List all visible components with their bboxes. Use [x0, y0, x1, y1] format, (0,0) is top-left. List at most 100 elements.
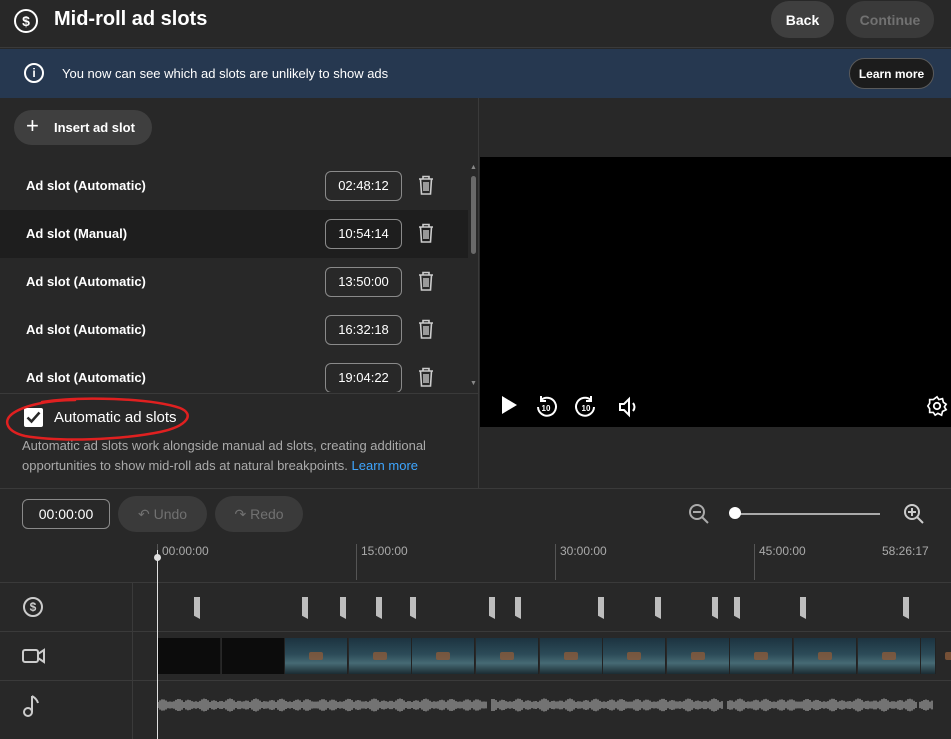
- ad-slot-time-field[interactable]: 16:32:18: [325, 315, 402, 345]
- timeline[interactable]: 00:00:00 15:00:00 30:00:00 45:00:00 58:26:17…: [0, 540, 951, 739]
- ad-slot-time-field[interactable]: 10:54:14: [325, 219, 402, 249]
- monetization-icon: $: [14, 9, 38, 33]
- ruler-time-label: 45:00:00: [759, 544, 806, 558]
- ruler-time-label: 00:00:00: [162, 544, 209, 558]
- video-thumbnail: [348, 638, 412, 674]
- video-track-icon-column: [0, 632, 133, 681]
- video-thumbnail: [412, 638, 476, 674]
- video-track: [0, 631, 951, 681]
- forward-10-icon[interactable]: 10: [574, 395, 598, 419]
- video-thumbnail: [730, 638, 794, 674]
- ad-slot-label: Ad slot (Automatic): [26, 274, 146, 289]
- back-button[interactable]: Back: [771, 1, 834, 38]
- delete-trash-icon[interactable]: [418, 319, 434, 339]
- ad-slot-row[interactable]: Ad slot (Manual) 10:54:14: [0, 210, 468, 258]
- ruler-tick: [356, 544, 357, 580]
- zoom-slider-track[interactable]: [734, 513, 880, 515]
- delete-trash-icon[interactable]: [418, 175, 434, 195]
- playhead-handle[interactable]: [154, 554, 161, 561]
- automatic-ad-slots-section: Automatic ad slots Automatic ad slots wo…: [0, 393, 479, 488]
- delete-trash-icon[interactable]: [418, 367, 434, 387]
- zoom-in-icon[interactable]: [903, 503, 925, 525]
- ad-slot-time-field[interactable]: 13:50:00: [325, 267, 402, 297]
- scroll-down-arrow[interactable]: ▼: [470, 380, 477, 387]
- ad-slot-panel: + Insert ad slot Ad slot (Automatic) 02:4…: [0, 98, 479, 488]
- delete-trash-icon[interactable]: [418, 271, 434, 291]
- insert-ad-slot-label: Insert ad slot: [54, 120, 135, 135]
- scroll-up-arrow[interactable]: ▲: [470, 164, 477, 171]
- playhead[interactable]: [157, 550, 158, 739]
- video-thumbnail: [794, 638, 857, 674]
- ad-slot-marker[interactable]: [800, 597, 806, 619]
- ruler-time-label: 30:00:00: [560, 544, 607, 558]
- ruler-time-label: 15:00:00: [361, 544, 408, 558]
- ruler-time-label: 58:26:17: [882, 544, 929, 558]
- scrollbar[interactable]: ▲ ▼: [468, 162, 479, 392]
- zoom-out-icon[interactable]: [688, 503, 710, 525]
- video-thumbnail: [158, 638, 221, 674]
- ad-slot-row[interactable]: Ad slot (Automatic) 19:04:22: [0, 354, 468, 392]
- undo-button[interactable]: ↶ Undo: [118, 496, 207, 532]
- ad-slot-marker[interactable]: [302, 597, 308, 619]
- video-thumbnail: [539, 638, 603, 674]
- ad-slot-marker[interactable]: [598, 597, 604, 619]
- ad-slot-label: Ad slot (Automatic): [26, 178, 146, 193]
- insert-ad-slot-button[interactable]: + Insert ad slot: [14, 110, 152, 145]
- red-annotation-circle: [5, 397, 189, 441]
- ad-slot-marker[interactable]: [734, 597, 740, 619]
- rewind-10-icon[interactable]: 10: [534, 395, 558, 419]
- video-camera-icon: [22, 648, 45, 664]
- audio-track-icon-column: [0, 681, 133, 739]
- plus-icon: +: [26, 113, 39, 138]
- video-thumbnail: [476, 638, 539, 674]
- undo-icon: ↶: [137, 505, 150, 522]
- continue-button[interactable]: Continue: [846, 1, 934, 38]
- settings-gear-icon[interactable]: [926, 395, 948, 417]
- redo-button[interactable]: ↷ Redo: [215, 496, 303, 532]
- volume-icon[interactable]: [617, 395, 641, 419]
- ad-slot-label: Ad slot (Automatic): [26, 322, 146, 337]
- ad-slot-row[interactable]: Ad slot (Automatic) 13:50:00: [0, 258, 468, 306]
- current-time-field[interactable]: 00:00:00: [22, 499, 110, 529]
- video-thumbnail: [603, 638, 667, 674]
- ad-slot-time-field[interactable]: 19:04:22: [325, 363, 402, 392]
- ad-slot-marker[interactable]: [515, 597, 521, 619]
- svg-text:$: $: [30, 600, 37, 614]
- ad-slot-label: Ad slot (Manual): [26, 226, 128, 241]
- video-preview[interactable]: 10 10: [480, 157, 951, 427]
- ad-slot-marker[interactable]: [903, 597, 909, 619]
- ad-slot-marker[interactable]: [376, 597, 382, 619]
- scroll-thumb[interactable]: [471, 176, 476, 254]
- ad-slot-row[interactable]: Ad slot (Automatic) 16:32:18: [0, 306, 468, 354]
- ad-slot-marker[interactable]: [489, 597, 495, 619]
- video-thumbnail: [666, 638, 730, 674]
- info-banner: i You now can see which ad slots are unl…: [0, 49, 951, 98]
- svg-text:10: 10: [542, 404, 551, 413]
- ad-slot-label: Ad slot (Automatic): [26, 370, 146, 385]
- play-icon[interactable]: [499, 395, 519, 415]
- ad-slots-track: $: [0, 582, 951, 632]
- audio-waveform: [158, 698, 933, 712]
- zoom-slider-handle[interactable]: [729, 507, 741, 519]
- video-thumbnail: [921, 638, 951, 674]
- ad-slot-marker[interactable]: [655, 597, 661, 619]
- ad-slot-marker[interactable]: [194, 597, 200, 619]
- learn-more-button[interactable]: Learn more: [849, 58, 934, 89]
- ad-slot-time-field[interactable]: 02:48:12: [325, 171, 402, 201]
- timeline-toolbar: 00:00:00 ↶ Undo ↷ Redo: [0, 488, 951, 540]
- redo-label: Redo: [250, 505, 284, 522]
- description-learn-more-link[interactable]: Learn more: [352, 458, 418, 473]
- ad-slot-marker[interactable]: [712, 597, 718, 619]
- svg-text:10: 10: [582, 404, 591, 413]
- ad-slot-row[interactable]: Ad slot (Automatic) 02:48:12: [0, 162, 468, 210]
- info-icon: i: [24, 63, 44, 83]
- video-thumbnail: [285, 638, 349, 674]
- undo-label: Undo: [153, 505, 188, 522]
- audio-track: [0, 680, 951, 739]
- redo-icon: ↷: [234, 505, 247, 522]
- ruler-tick: [754, 544, 755, 580]
- ad-slot-marker[interactable]: [410, 597, 416, 619]
- delete-trash-icon[interactable]: [418, 223, 434, 243]
- ad-slot-marker[interactable]: [340, 597, 346, 619]
- banner-message: You now can see which ad slots are unlik…: [62, 66, 389, 81]
